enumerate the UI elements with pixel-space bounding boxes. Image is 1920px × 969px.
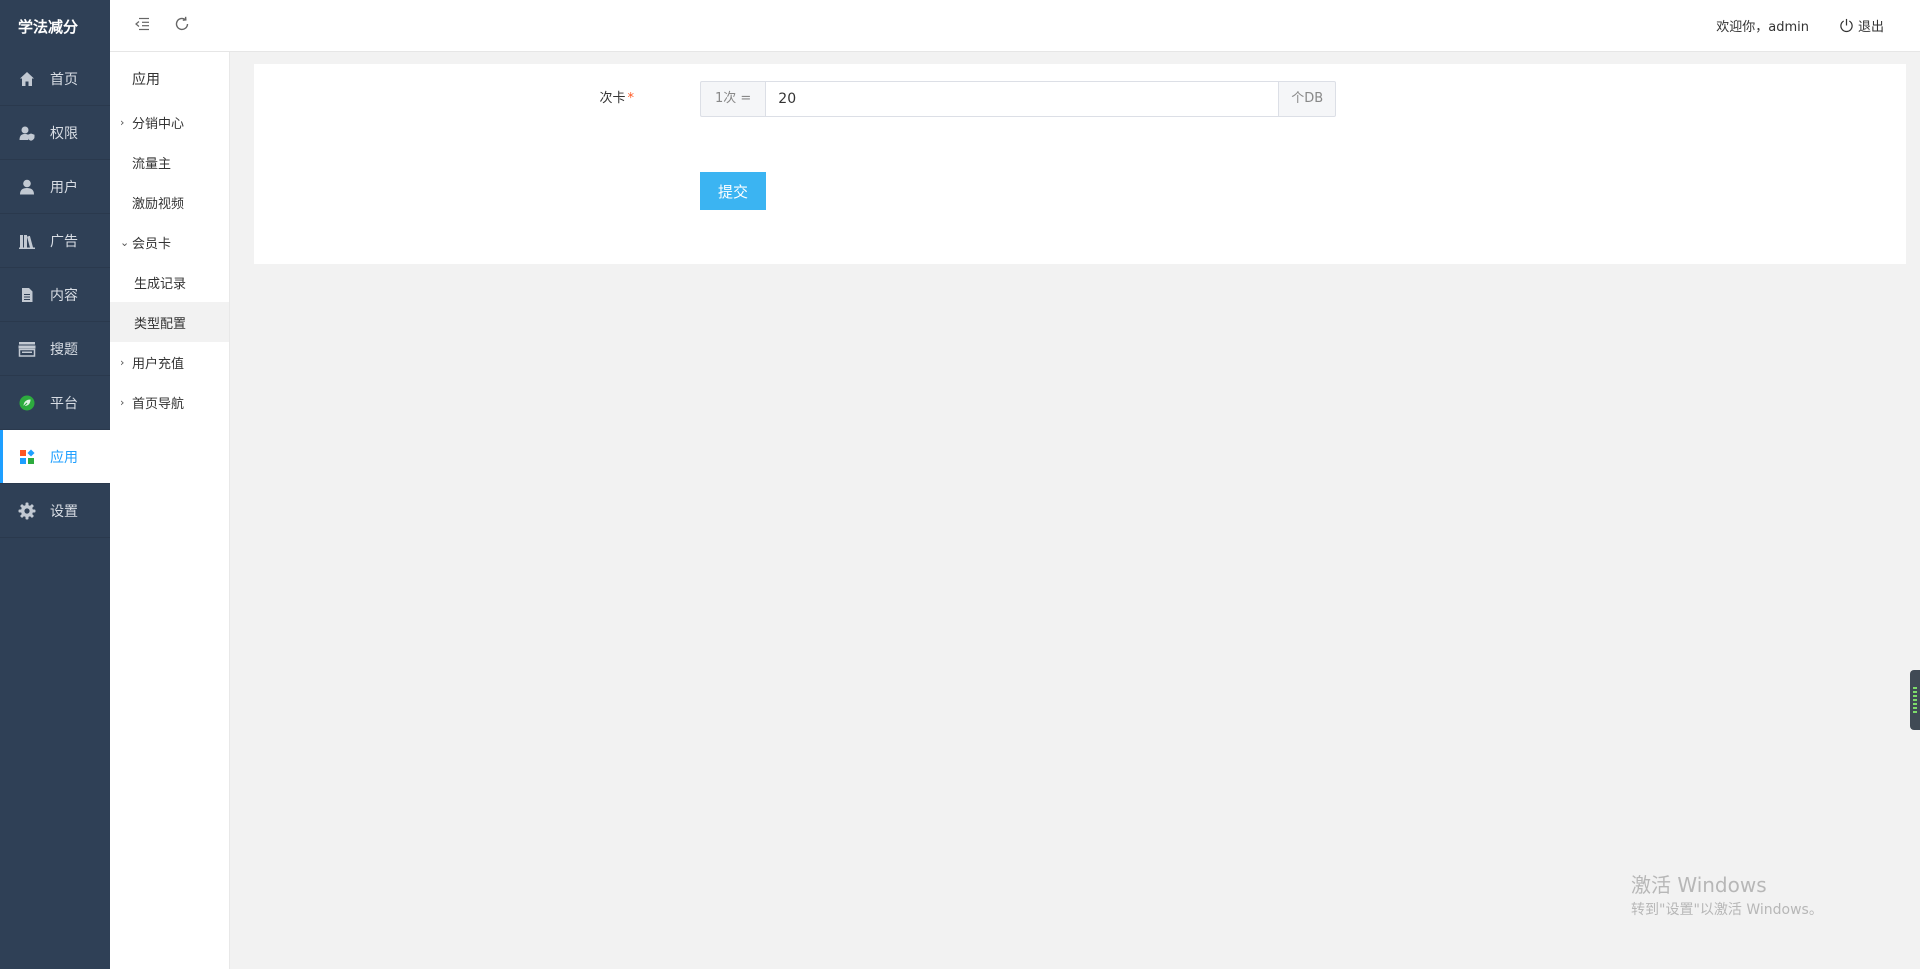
submenu-item-label: 首页导航 bbox=[132, 396, 185, 412]
submit-button[interactable]: 提交 bbox=[700, 172, 766, 210]
submenu-item-label: 生成记录 bbox=[134, 276, 187, 292]
submenu-item-label: 分销中心 bbox=[132, 116, 185, 132]
books-icon bbox=[18, 232, 36, 250]
required-mark: * bbox=[627, 91, 635, 106]
document-icon bbox=[18, 286, 36, 304]
store-icon bbox=[18, 340, 36, 358]
submenu-item-home-nav[interactable]: › 首页导航 bbox=[110, 382, 229, 422]
nav-item-platform[interactable]: 平台 bbox=[0, 376, 110, 430]
welcome-text: 欢迎你，admin bbox=[1716, 20, 1809, 35]
logout-label: 退出 bbox=[1857, 20, 1884, 35]
times-card-row: 次卡* 1次 = 个DB bbox=[254, 81, 1906, 117]
chevron-right-icon: › bbox=[120, 115, 125, 129]
nav-item-label: 广告 bbox=[50, 233, 78, 250]
watermark-title: 激活 Windows bbox=[1631, 873, 1767, 897]
submenu-item-label: 流量主 bbox=[132, 156, 172, 172]
nav-item-apps[interactable]: 应用 bbox=[0, 430, 110, 484]
nav-item-settings[interactable]: 设置 bbox=[0, 484, 110, 538]
submenu-item-label: 会员卡 bbox=[132, 236, 172, 252]
submenu-item-type-config[interactable]: 类型配置 bbox=[110, 302, 229, 342]
user-icon bbox=[18, 178, 36, 196]
leaf-icon bbox=[18, 394, 36, 412]
nav-item-label: 首页 bbox=[50, 71, 78, 88]
nav-item-label: 应用 bbox=[50, 449, 78, 466]
watermark-subtitle: 转到"设置"以激活 Windows。 bbox=[1631, 902, 1823, 918]
nav-item-permissions[interactable]: 权限 bbox=[0, 106, 110, 160]
chevron-right-icon: › bbox=[120, 355, 125, 369]
nav-item-label: 用户 bbox=[50, 179, 78, 196]
config-form-card: 次卡* 1次 = 个DB 提交 bbox=[254, 64, 1906, 264]
nav-item-label: 搜题 bbox=[50, 341, 78, 358]
submenu-item-label: 激励视频 bbox=[132, 196, 185, 212]
indent-icon bbox=[134, 16, 150, 35]
refresh-icon bbox=[174, 16, 190, 36]
nav-item-label: 内容 bbox=[50, 287, 78, 304]
nav-item-search-questions[interactable]: 搜题 bbox=[0, 322, 110, 376]
chevron-right-icon: › bbox=[120, 395, 125, 409]
top-header: 欢迎你，admin 退出 bbox=[110, 0, 1920, 52]
collapse-menu-button[interactable] bbox=[122, 0, 162, 52]
power-icon bbox=[1840, 18, 1853, 33]
submenu-item-distribution[interactable]: › 分销中心 bbox=[110, 102, 229, 142]
input-suffix: 个DB bbox=[1279, 81, 1337, 117]
submenu-item-traffic[interactable]: 流量主 bbox=[110, 142, 229, 182]
user-shield-icon bbox=[18, 124, 36, 142]
nav-item-home[interactable]: 首页 bbox=[0, 52, 110, 106]
nav-item-label: 权限 bbox=[50, 125, 78, 142]
home-icon bbox=[18, 70, 36, 88]
nav-item-users[interactable]: 用户 bbox=[0, 160, 110, 214]
submenu-item-recharge[interactable]: › 用户充值 bbox=[110, 342, 229, 382]
submenu-item-label: 用户充值 bbox=[132, 356, 185, 372]
header-right: 欢迎你，admin 退出 bbox=[1716, 16, 1920, 35]
submenu-item-member-card[interactable]: ⌄ 会员卡 bbox=[110, 222, 229, 262]
submenu-item-generation-log[interactable]: 生成记录 bbox=[110, 262, 229, 302]
chevron-down-icon: ⌄ bbox=[120, 235, 130, 249]
refresh-button[interactable] bbox=[162, 0, 202, 52]
nav-item-label: 设置 bbox=[50, 503, 78, 520]
label-text: 次卡 bbox=[599, 91, 626, 106]
nav-item-content[interactable]: 内容 bbox=[0, 268, 110, 322]
times-card-label: 次卡 * bbox=[554, 81, 644, 117]
apps-icon bbox=[18, 448, 36, 466]
logout-button[interactable]: 退出 bbox=[1839, 16, 1884, 35]
gear-icon bbox=[18, 502, 36, 520]
brand-title: 学法减分 bbox=[18, 17, 79, 36]
main-sidebar: 学法减分 首页 权限 用户 广告 内容 搜题 平台 应用 设置 bbox=[0, 0, 110, 969]
input-prefix: 1次 = bbox=[700, 81, 766, 117]
windows-watermark: 激活 Windows 转到"设置"以激活 Windows。 bbox=[1631, 872, 1823, 920]
times-card-value-input[interactable] bbox=[765, 81, 1280, 117]
submenu-item-label: 类型配置 bbox=[134, 316, 187, 332]
grip-icon bbox=[1913, 687, 1917, 713]
submenu-panel: 应用 › 分销中心 流量主 激励视频 ⌄ 会员卡 生成记录 类型配置 › 用户充… bbox=[110, 52, 230, 969]
floating-side-tab[interactable] bbox=[1910, 670, 1920, 730]
submenu-title: 应用 bbox=[132, 72, 160, 88]
times-card-input-group: 1次 = 个DB bbox=[700, 81, 1337, 117]
submenu-item-reward-video[interactable]: 激励视频 bbox=[110, 182, 229, 222]
nav-item-ads[interactable]: 广告 bbox=[0, 214, 110, 268]
nav-item-label: 平台 bbox=[50, 395, 78, 412]
